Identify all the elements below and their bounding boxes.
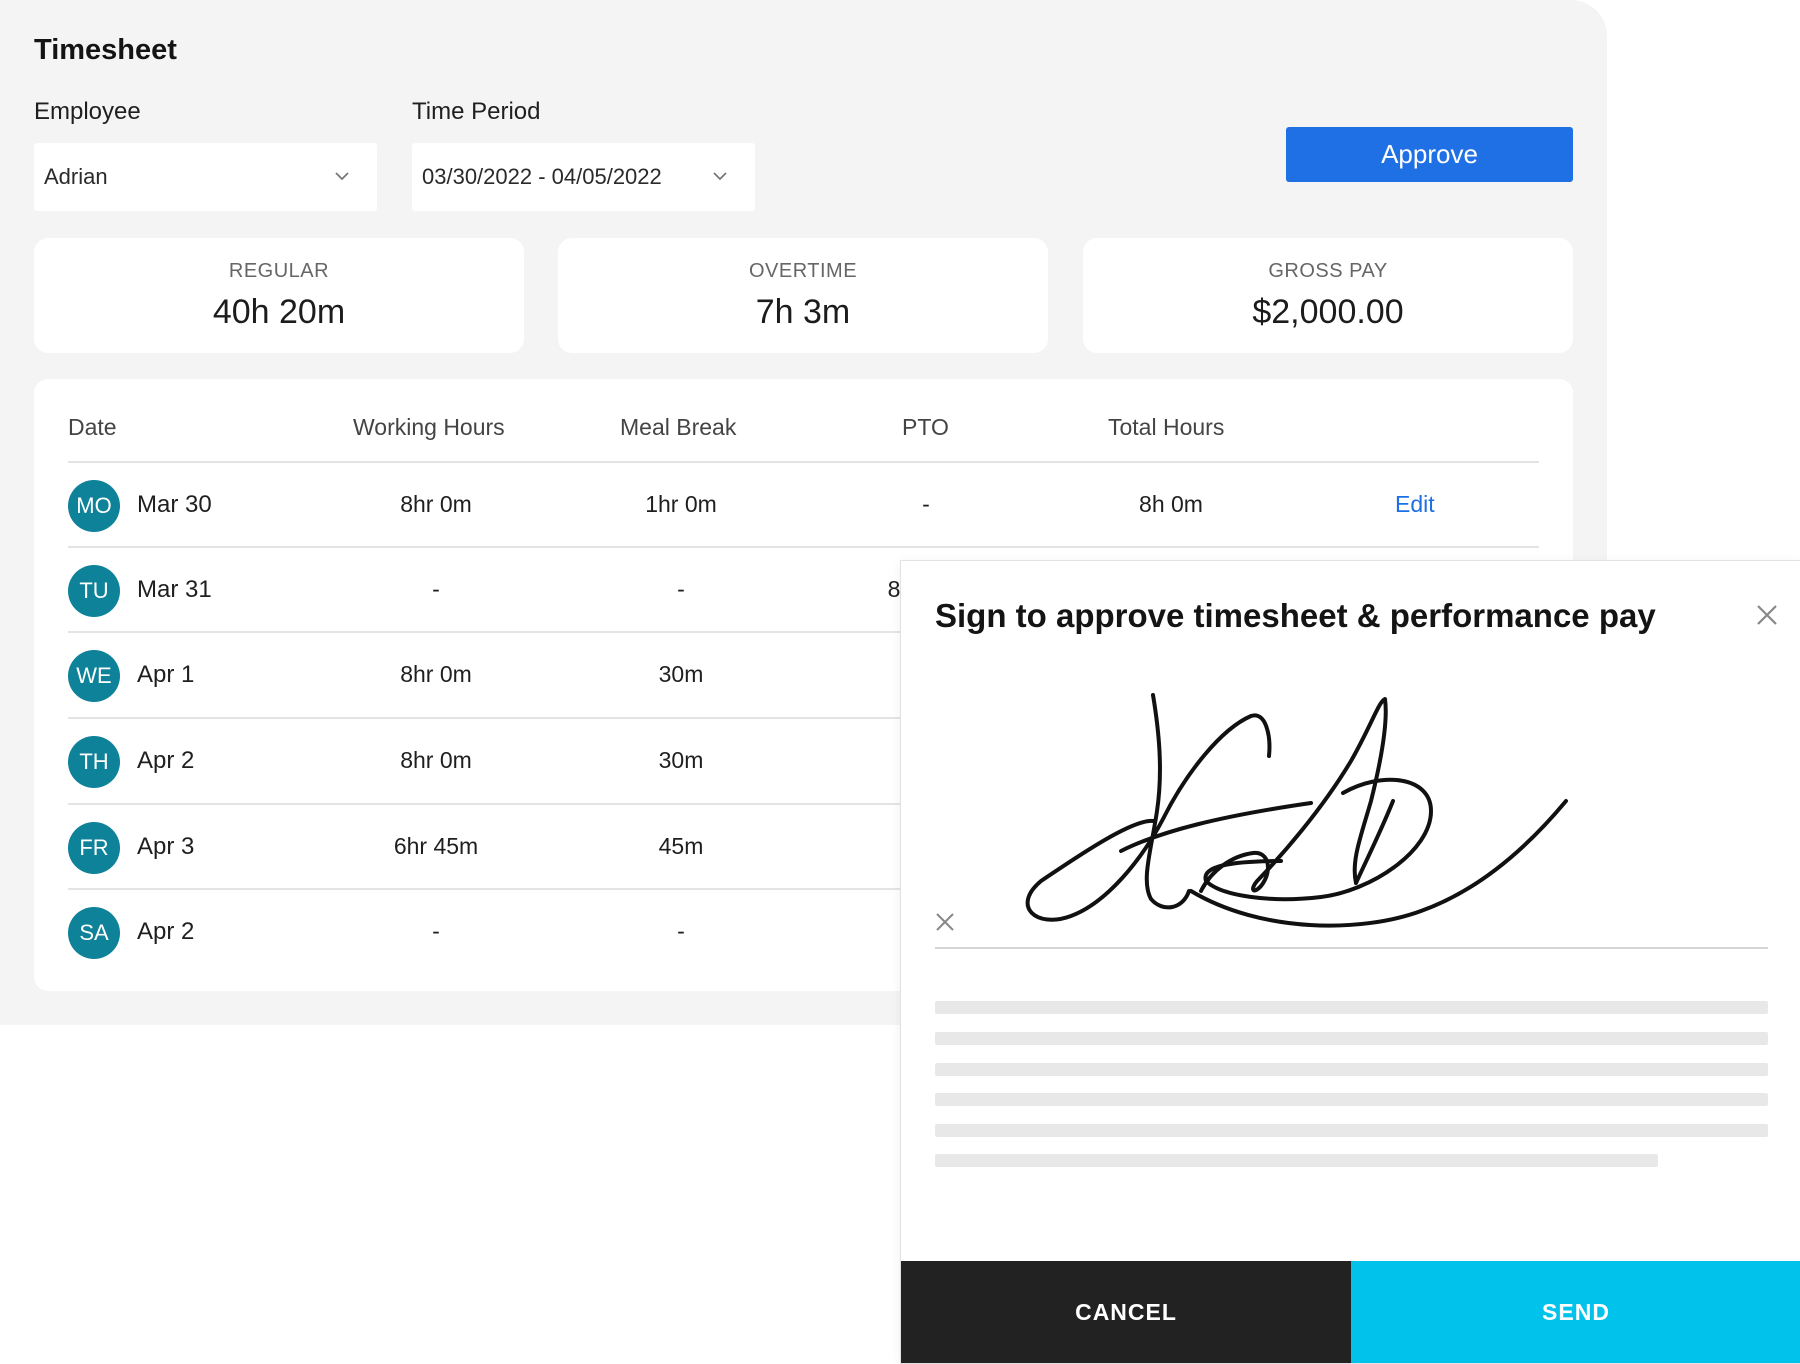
send-button[interactable]: SEND bbox=[1351, 1261, 1800, 1363]
row-meal-break: 30m bbox=[658, 661, 704, 687]
column-header-total-hours: Total Hours bbox=[1108, 414, 1225, 440]
column-header-pto: PTO bbox=[902, 414, 949, 440]
text-placeholder-line bbox=[935, 1124, 1768, 1137]
time-period-select[interactable]: 03/30/2022 - 04/05/2022 bbox=[412, 143, 755, 211]
stat-value: $2,000.00 bbox=[1252, 293, 1404, 331]
edit-link[interactable]: Edit bbox=[1395, 491, 1435, 518]
column-header-working-hours: Working Hours bbox=[353, 414, 505, 440]
row-pto: - bbox=[922, 491, 930, 517]
employee-select[interactable]: Adrian bbox=[34, 143, 377, 211]
row-date: Apr 2 bbox=[137, 918, 195, 945]
row-total-hours: 8h 0m bbox=[1139, 491, 1203, 517]
text-placeholder-line bbox=[935, 1154, 1658, 1167]
signature-line bbox=[935, 947, 1768, 949]
time-period-label: Time Period bbox=[412, 98, 541, 125]
day-avatar: MO bbox=[68, 480, 120, 532]
row-working-hours: 8hr 0m bbox=[400, 491, 472, 517]
row-working-hours: - bbox=[432, 576, 440, 602]
text-placeholder-line bbox=[935, 1032, 1768, 1045]
text-placeholder-line bbox=[935, 1093, 1768, 1106]
stat-label: REGULAR bbox=[228, 260, 330, 282]
row-date: Mar 30 bbox=[137, 491, 212, 518]
employee-value: Adrian bbox=[44, 164, 108, 189]
day-avatar: WE bbox=[68, 650, 120, 702]
row-working-hours: 8hr 0m bbox=[400, 747, 472, 773]
column-header-date: Date bbox=[68, 414, 117, 440]
day-avatar: TH bbox=[68, 736, 120, 788]
stat-label: GROSS PAY bbox=[1268, 260, 1388, 282]
text-placeholder-line bbox=[935, 1001, 1768, 1014]
row-date: Apr 2 bbox=[137, 747, 195, 774]
chevron-down-icon bbox=[335, 172, 349, 181]
approve-button[interactable]: Approve bbox=[1286, 127, 1573, 182]
row-meal-break: - bbox=[677, 918, 685, 944]
chevron-down-icon bbox=[713, 172, 727, 181]
day-avatar: TU bbox=[68, 565, 120, 617]
row-meal-break: 1hr 0m bbox=[645, 491, 717, 517]
stat-label: OVERTIME bbox=[748, 260, 858, 282]
signature-drawing[interactable] bbox=[901, 561, 1800, 961]
row-working-hours: - bbox=[432, 918, 440, 944]
sign-approval-modal: Sign to approve timesheet & performance … bbox=[900, 560, 1800, 1364]
day-avatar: FR bbox=[68, 822, 120, 874]
clear-signature-icon[interactable] bbox=[934, 911, 956, 933]
stat-value: 40h 20m bbox=[212, 293, 346, 331]
cancel-button[interactable]: CANCEL bbox=[901, 1261, 1351, 1363]
row-date: Apr 1 bbox=[137, 661, 195, 688]
row-meal-break: - bbox=[677, 576, 685, 602]
row-meal-break: 30m bbox=[658, 747, 704, 773]
divider bbox=[68, 546, 1539, 548]
employee-label: Employee bbox=[34, 98, 141, 125]
row-working-hours: 6hr 45m bbox=[393, 833, 479, 859]
stat-value: 7h 3m bbox=[755, 293, 851, 331]
row-date: Apr 3 bbox=[137, 833, 195, 860]
stat-card-overtime: OVERTIME 7h 3m bbox=[558, 238, 1048, 353]
row-date: Mar 31 bbox=[137, 576, 212, 603]
time-period-value: 03/30/2022 - 04/05/2022 bbox=[422, 164, 662, 189]
text-placeholder-line bbox=[935, 1063, 1768, 1076]
page-title: Timesheet bbox=[34, 34, 177, 66]
divider bbox=[68, 461, 1539, 463]
day-avatar: SA bbox=[68, 907, 120, 959]
row-meal-break: 45m bbox=[658, 833, 704, 859]
column-header-meal-break: Meal Break bbox=[620, 414, 737, 440]
stat-card-regular: REGULAR 40h 20m bbox=[34, 238, 524, 353]
row-working-hours: 8hr 0m bbox=[400, 661, 472, 687]
stat-card-gross-pay: GROSS PAY $2,000.00 bbox=[1083, 238, 1573, 353]
